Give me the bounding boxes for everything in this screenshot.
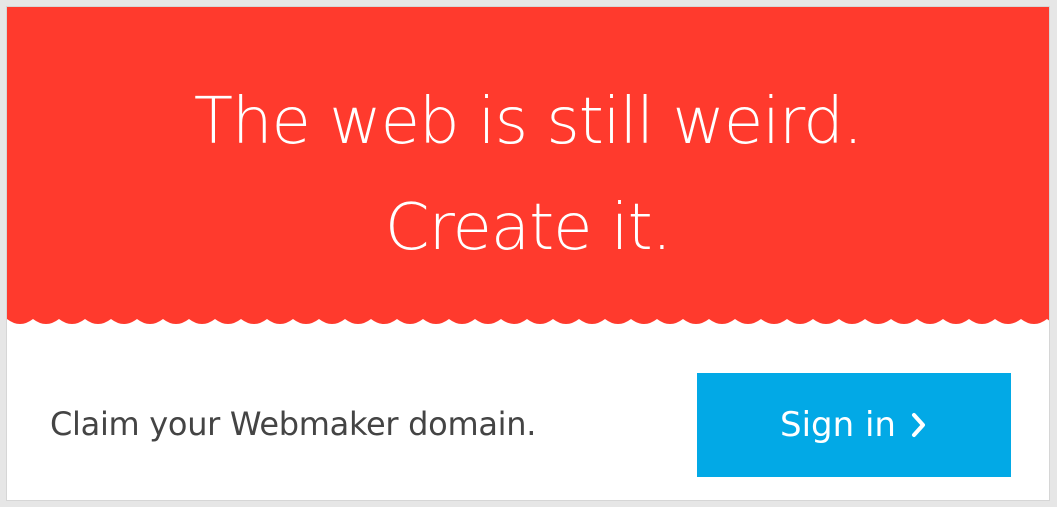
footer-bar: Claim your Webmaker domain. Sign in [7,337,1049,500]
hero-headline-line-2: Create it. [384,191,672,265]
hero-headline-line-1: The web is still weird. [193,85,863,159]
claim-domain-text: Claim your Webmaker domain. [50,405,537,443]
chevron-right-icon [911,413,925,437]
webmaker-card: The web is still weird. Create it. Claim… [6,6,1050,501]
wavy-divider [7,307,1049,324]
sign-in-label: Sign in [780,405,896,445]
sign-in-button[interactable]: Sign in [697,373,1011,477]
hero-banner: The web is still weird. Create it. [7,7,1049,319]
hero-headline: The web is still weird. Create it. [7,69,1049,281]
